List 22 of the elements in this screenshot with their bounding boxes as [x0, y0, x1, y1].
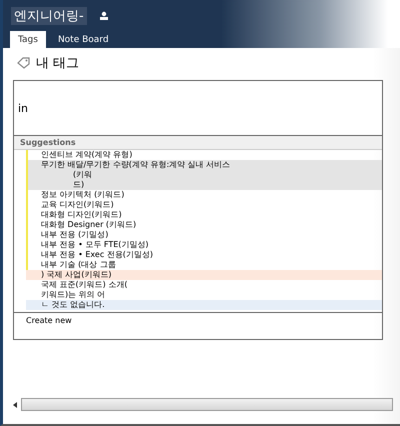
suggestion-item[interactable]: 내부 전용 • 모두 FTE(기밀성)	[26, 240, 382, 250]
tag-input-field[interactable]: in	[13, 80, 383, 136]
site-title[interactable]: 엔지니어링-	[11, 7, 87, 25]
heading: 내 태그	[36, 55, 80, 72]
scroll-left-icon[interactable]	[13, 402, 17, 408]
suggestion-item[interactable]: ) 국제 사업(키워드)	[26, 270, 382, 280]
create-new-link[interactable]: Create new	[14, 312, 382, 339]
tab[interactable]: Tags	[10, 31, 46, 48]
user-icon[interactable]	[98, 11, 109, 21]
suggestion-item[interactable]: 내부 전용 (기밀성)	[26, 230, 382, 240]
suggestion-item[interactable]: 대화형 Designer (키워드)	[26, 220, 382, 230]
tag-icon	[17, 57, 31, 69]
suggestion-item[interactable]: 키워드)는 위의 어	[26, 290, 382, 300]
suggestion-item[interactable]: 정보 아키텍처 (키워드)	[26, 190, 382, 200]
tab[interactable]: Note Board	[50, 31, 117, 48]
suggestion-item[interactable]: 대화형 디자인(키워드)	[26, 210, 382, 220]
suggestion-item[interactable]: 교육 디자인(키워드)	[26, 200, 382, 210]
suggestion-item[interactable]: ㄴ 것도 없습니다.	[26, 300, 382, 310]
suggestion-item[interactable]: 국제 표준(키워드) 소개(	[26, 280, 382, 290]
suggestion-item[interactable]: 무기한 배달/무기한 수량(계약 유형:계약 실내 서비스 (키워 드)	[26, 160, 382, 190]
suggestion-item[interactable]: 내부 전용 • Exec 전용(기밀성)	[26, 250, 382, 260]
suggestions-header: Suggestions	[14, 136, 382, 150]
